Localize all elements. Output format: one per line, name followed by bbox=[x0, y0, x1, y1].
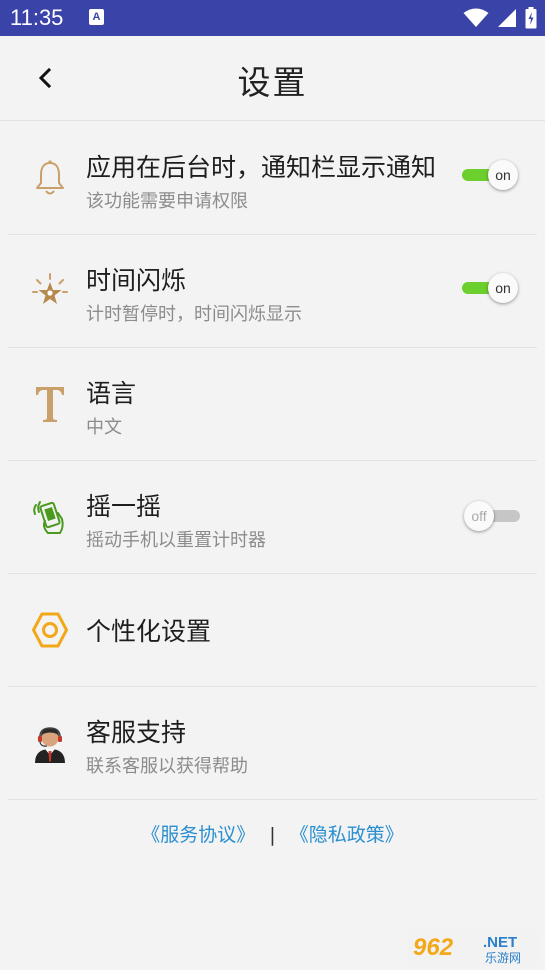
battery-icon bbox=[525, 7, 537, 29]
setting-title: 应用在后台时，通知栏显示通知 bbox=[86, 153, 437, 182]
status-time: 11:35 bbox=[10, 5, 64, 30]
text-t-icon bbox=[30, 384, 70, 424]
status-icons bbox=[463, 7, 537, 29]
footer-links: 《服务协议》 | 《隐私政策》 bbox=[0, 820, 545, 847]
a-badge-icon: A bbox=[89, 9, 104, 25]
toggle-knob: on bbox=[488, 160, 518, 190]
flashing-star-icon bbox=[30, 271, 70, 311]
time-flash-toggle[interactable]: on bbox=[460, 273, 520, 303]
status-bar: 11:35 A bbox=[0, 0, 545, 36]
hexagon-nut-icon bbox=[30, 610, 70, 650]
setting-desc: 摇动手机以重置计时器 bbox=[86, 530, 266, 551]
toggle-knob: off bbox=[464, 501, 494, 531]
page-title: 设置 bbox=[237, 63, 308, 102]
privacy-policy-link[interactable]: 《隐私政策》 bbox=[290, 824, 404, 846]
shake-toggle[interactable]: off bbox=[464, 501, 524, 531]
setting-title: 语言 bbox=[86, 379, 137, 408]
watermark-sub: 乐游网 bbox=[485, 951, 521, 965]
support-agent-icon bbox=[30, 723, 70, 763]
cellular-icon bbox=[498, 9, 516, 27]
footer-separator: | bbox=[269, 824, 276, 846]
shake-phone-icon bbox=[30, 497, 70, 537]
setting-personalization[interactable]: 个性化设置 bbox=[8, 574, 537, 687]
setting-title: 客服支持 bbox=[86, 718, 187, 747]
setting-desc: 计时暂停时，时间闪烁显示 bbox=[86, 304, 302, 325]
setting-shake[interactable]: 摇一摇 摇动手机以重置计时器 off bbox=[8, 461, 537, 574]
setting-language[interactable]: 语言 中文 bbox=[8, 348, 537, 461]
setting-title: 个性化设置 bbox=[86, 617, 212, 646]
setting-title: 摇一摇 bbox=[86, 492, 162, 521]
setting-desc: 联系客服以获得帮助 bbox=[86, 756, 248, 777]
app-header: 设置 bbox=[0, 36, 545, 121]
watermark-logo: 962 .NET 乐游网 bbox=[407, 928, 539, 966]
toggle-knob: on bbox=[488, 273, 518, 303]
wifi-icon bbox=[463, 8, 489, 27]
setting-time-flash[interactable]: 时间闪烁 计时暂停时，时间闪烁显示 on bbox=[8, 235, 537, 348]
service-agreement-link[interactable]: 《服务协议》 bbox=[141, 824, 255, 846]
watermark-net: .NET bbox=[483, 934, 517, 951]
notification-toggle[interactable]: on bbox=[460, 160, 520, 190]
setting-customer-support[interactable]: 客服支持 联系客服以获得帮助 bbox=[8, 687, 537, 800]
setting-desc: 中文 bbox=[86, 417, 122, 438]
setting-desc: 该功能需要申请权限 bbox=[86, 191, 248, 212]
watermark-number: 962 bbox=[413, 934, 454, 961]
bell-icon bbox=[30, 158, 70, 198]
setting-title: 时间闪烁 bbox=[86, 266, 187, 295]
setting-background-notification[interactable]: 应用在后台时，通知栏显示通知 该功能需要申请权限 on bbox=[8, 122, 537, 235]
